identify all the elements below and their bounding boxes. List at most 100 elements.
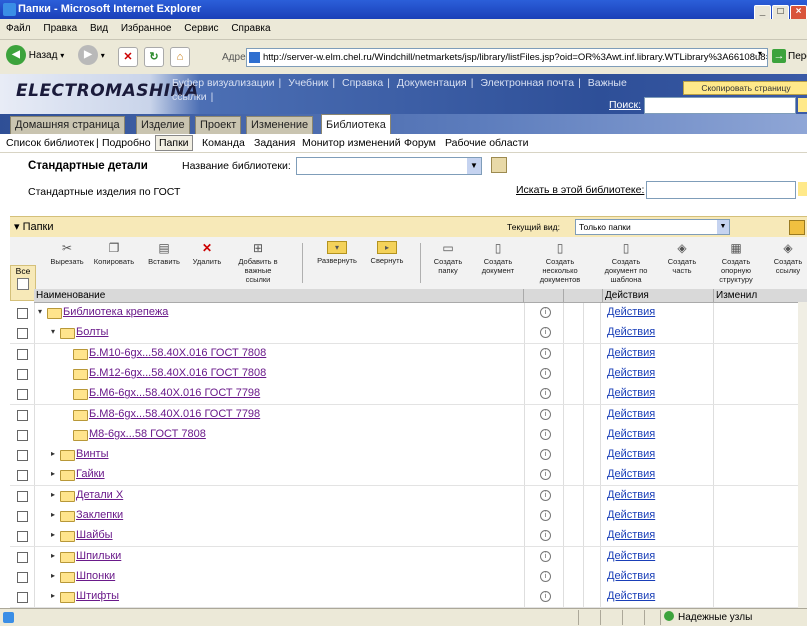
menu-file[interactable]: Файл <box>6 23 31 34</box>
subnav-details[interactable]: Подробно <box>102 134 151 152</box>
delete-button[interactable]: ✕ Удалить <box>188 241 226 266</box>
create-link-button[interactable]: ◈ Создать ссылку <box>768 241 807 275</box>
collapsed-triangle-icon[interactable]: ▸ <box>51 551 55 560</box>
address-dropdown-icon[interactable]: ▾ <box>758 49 766 64</box>
folder-name-link[interactable]: Б.М8-6gх...58.40Х.016 ГОСТ 7798 <box>89 408 260 420</box>
tab-library[interactable]: Библиотека <box>321 114 391 135</box>
collapsed-triangle-icon[interactable]: ▸ <box>51 449 55 458</box>
info-icon[interactable]: i <box>540 510 551 521</box>
forward-button[interactable]: ▶ ▾ <box>78 45 105 67</box>
info-icon[interactable]: i <box>540 428 551 440</box>
select-all-checkbox[interactable] <box>17 278 29 290</box>
info-icon[interactable]: i <box>540 347 551 359</box>
address-input[interactable]: http://server-w.elm.chel.ru/Windchill/ne… <box>246 48 768 67</box>
row-checkbox[interactable] <box>17 490 28 502</box>
create-document-button[interactable]: ▯ Создать документ <box>476 241 520 275</box>
row-checkbox[interactable] <box>17 348 28 360</box>
actions-link[interactable]: Действия <box>607 408 655 420</box>
actions-link[interactable]: Действия <box>607 590 655 602</box>
menu-edit[interactable]: Правка <box>43 23 77 34</box>
table-row[interactable]: Б.М12-6gх...58.40Х.016 ГОСТ 7808 i Действи… <box>10 363 807 385</box>
collapsed-triangle-icon[interactable]: ▸ <box>51 510 55 519</box>
actions-link[interactable]: Действия <box>607 428 655 440</box>
info-icon[interactable]: i <box>540 530 551 542</box>
tab-project[interactable]: Проект <box>195 116 242 134</box>
folder-name-link[interactable]: Гайки <box>76 468 105 480</box>
collapsed-triangle-icon[interactable]: ▸ <box>51 490 55 499</box>
search-in-library-link[interactable]: Искать в этой библиотеке: <box>516 184 644 196</box>
info-icon[interactable]: i <box>540 307 551 318</box>
row-checkbox[interactable] <box>17 389 28 401</box>
home-icon[interactable]: ⌂ <box>170 47 190 67</box>
info-icon[interactable]: i <box>540 327 551 339</box>
create-folder-button[interactable]: ▭ Создать папку <box>428 241 468 275</box>
collapsed-triangle-icon[interactable]: ▸ <box>51 469 55 478</box>
folder-name-link[interactable]: Б.М12-6gх...58.40Х.016 ГОСТ 7808 <box>89 367 266 379</box>
stop-icon[interactable]: ✕ <box>118 47 138 67</box>
library-name-select[interactable]: ▼ <box>296 157 482 175</box>
row-checkbox[interactable] <box>17 450 28 462</box>
row-checkbox[interactable] <box>17 511 28 522</box>
row-checkbox[interactable] <box>17 571 28 583</box>
header-search-go-button[interactable] <box>798 98 807 112</box>
row-checkbox[interactable] <box>17 592 28 604</box>
folder-name-link[interactable]: Заклепки <box>76 509 123 521</box>
go-label[interactable]: Перех <box>788 51 807 62</box>
row-checkbox[interactable] <box>17 409 28 421</box>
current-view-select[interactable]: Только папки ▼ <box>575 219 730 235</box>
search-link[interactable]: Поиск: <box>609 99 641 111</box>
actions-link[interactable]: Действия <box>607 448 655 460</box>
actions-link[interactable]: Действия <box>607 570 655 582</box>
collapsed-triangle-icon[interactable]: ▸ <box>51 591 55 600</box>
table-row[interactable]: ▸ Заклепки i Действия <box>10 506 807 527</box>
folder-name-link[interactable]: Б.М10-6gх...58.40Х.016 ГОСТ 7808 <box>89 347 266 359</box>
folder-name-link[interactable]: Шайбы <box>76 529 113 541</box>
folder-name-link[interactable]: Шпильки <box>76 550 121 562</box>
expand-button[interactable]: ▾ Развернуть <box>312 241 362 265</box>
header-search-input[interactable] <box>644 97 796 114</box>
subnav-library-list[interactable]: Список библиотек <box>6 134 94 152</box>
column-name-header[interactable]: Наименование <box>34 289 105 302</box>
collapse-button[interactable]: ▸ Свернуть <box>365 241 409 265</box>
folder-name-link[interactable]: Винты <box>76 448 109 460</box>
menu-help[interactable]: Справка <box>231 23 270 34</box>
add-to-links-button[interactable]: ⊞ Добавить в важные ссылки <box>232 241 284 284</box>
row-checkbox[interactable] <box>17 368 28 380</box>
info-icon[interactable]: i <box>540 408 551 420</box>
row-checkbox[interactable] <box>17 551 28 563</box>
folder-name-link[interactable]: Болты <box>76 326 108 338</box>
create-part-button[interactable]: ◈ Создать часть <box>662 241 702 275</box>
table-row[interactable]: ▸ Штифты i Действия <box>10 587 807 609</box>
table-row[interactable]: Б.М10-6gх...58.40Х.016 ГОСТ 7808 i Действи… <box>10 343 807 365</box>
table-row[interactable]: ▾ Библиотека крепежа i Действия <box>10 303 807 324</box>
table-row[interactable]: ▸ Шпильки i Действия <box>10 546 807 568</box>
back-button[interactable]: ◀ Назад ▾ <box>6 45 64 67</box>
folder-name-link[interactable]: Б.М6-6gх...58.40Х.016 ГОСТ 7798 <box>89 387 260 399</box>
row-checkbox[interactable] <box>17 429 28 441</box>
library-properties-icon[interactable] <box>491 157 507 173</box>
table-row[interactable]: ▸ Винты i Действия <box>10 445 807 467</box>
tab-home[interactable]: Домашняя страница <box>10 116 125 134</box>
actions-link[interactable]: Действия <box>607 367 655 379</box>
folder-name-link[interactable]: Штифты <box>76 590 119 602</box>
expanded-triangle-icon[interactable]: ▾ <box>38 307 42 316</box>
subnav-team[interactable]: Команда <box>202 134 245 152</box>
cut-button[interactable]: ✂ Вырезать <box>48 241 86 266</box>
chevron-down-icon[interactable]: ▼ <box>467 158 481 174</box>
actions-link[interactable]: Действия <box>607 387 655 399</box>
subnav-folders[interactable]: Папки <box>155 135 193 151</box>
row-checkbox[interactable] <box>17 328 28 340</box>
link-help[interactable]: Справка <box>342 77 383 89</box>
panel-settings-icon[interactable] <box>789 220 805 235</box>
actions-link[interactable]: Действия <box>607 326 655 338</box>
paste-button[interactable]: ▤ Вставить <box>144 241 184 266</box>
info-icon[interactable]: i <box>540 388 551 400</box>
menu-favorites[interactable]: Избранное <box>121 23 172 34</box>
forward-dropdown-icon[interactable]: ▾ <box>101 51 105 60</box>
row-checkbox[interactable] <box>17 531 28 543</box>
actions-link[interactable]: Действия <box>607 489 655 501</box>
actions-link[interactable]: Действия <box>607 529 655 541</box>
back-dropdown-icon[interactable]: ▾ <box>60 51 64 60</box>
copy-button[interactable]: ❐ Копировать <box>92 241 136 266</box>
column-actions-header[interactable]: Действия <box>602 289 649 302</box>
